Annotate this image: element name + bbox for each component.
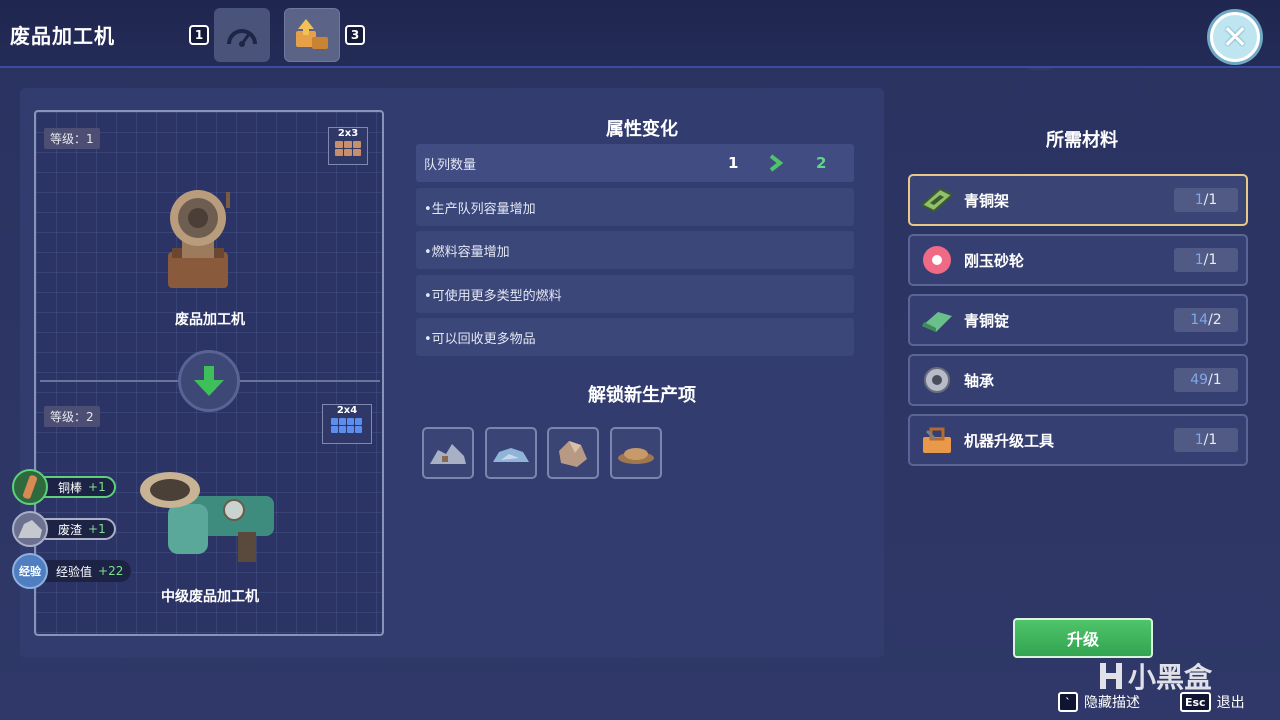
upgrade-button[interactable]: 升级 [1013, 618, 1153, 658]
reward-copper-rod: 铜棒 +1 [12, 469, 116, 505]
dust-pile-icon [618, 448, 654, 464]
unlock-slot[interactable] [547, 427, 599, 479]
attributes-title: 属性变化 [606, 119, 678, 140]
unlock-title: 解锁新生产项 [588, 385, 696, 406]
material-name: 机器升级工具 [964, 431, 1055, 450]
close-button[interactable]: ✕ [1210, 12, 1260, 62]
attr-item: •生产队列容量增加 [416, 188, 854, 226]
hide-description-hint[interactable]: ` 隐藏描述 [1058, 692, 1140, 712]
scrap-pile-2-icon [493, 448, 529, 462]
material-item[interactable]: 轴承 49/1 [908, 354, 1248, 406]
material-have: 1 [1194, 192, 1204, 208]
material-item[interactable]: 刚玉砂轮 1/1 [908, 234, 1248, 286]
unlock-slot[interactable] [422, 427, 474, 479]
tab-prev-key: 1 [189, 25, 209, 45]
material-item[interactable]: 机器升级工具 1/1 [908, 414, 1248, 466]
material-need: /1 [1203, 432, 1218, 448]
current-level: 等级：1 [44, 128, 100, 149]
next-machine-name: 中级废品加工机 [161, 589, 259, 605]
arrow-down-icon [194, 366, 224, 396]
reward-slag: 废渣 +1 [12, 511, 116, 547]
material-need: /2 [1208, 312, 1222, 328]
unlock-slot[interactable] [485, 427, 537, 479]
material-have: 1 [1194, 252, 1204, 268]
material-item[interactable]: 青铜锭 14/2 [908, 294, 1248, 346]
material-need: /1 [1208, 372, 1222, 388]
material-name: 青铜架 [964, 191, 1010, 210]
copper-rod-icon [12, 469, 48, 505]
bearing-icon [920, 363, 954, 397]
current-machine-name: 废品加工机 [175, 312, 245, 328]
reward-amount: +1 [88, 480, 106, 494]
reward-experience: 经验 经验值 +22 [12, 553, 132, 589]
backtick-key: ` [1058, 692, 1078, 712]
next-size-label: 2x4 [336, 405, 358, 416]
advanced-scrap-processor-icon [140, 472, 274, 562]
material-count: 1/1 [1174, 428, 1238, 452]
current-size-label: 2x3 [337, 128, 359, 139]
material-have: 14 [1190, 312, 1209, 328]
attr-to-value: 2 [816, 154, 827, 172]
reward-amount: +22 [98, 564, 124, 578]
material-item[interactable]: 青铜架 1/1 [908, 174, 1248, 226]
hide-description-label: 隐藏描述 [1084, 695, 1140, 711]
bronze-ingot-icon [920, 303, 954, 337]
material-name: 刚玉砂轮 [964, 251, 1025, 270]
esc-key: Esc [1180, 692, 1211, 712]
reward-name: 经验值 [56, 564, 93, 579]
slag-icon [12, 511, 48, 547]
top-bar: 废品加工机 1 3 ✕ [0, 0, 1280, 68]
upgrade-arrow [178, 350, 240, 412]
attr-from-value: 1 [728, 154, 739, 172]
tab-upgrade[interactable] [284, 8, 340, 62]
exit-hint[interactable]: Esc 退出 [1180, 692, 1245, 712]
material-have: 49 [1190, 372, 1209, 388]
material-name: 青铜锭 [964, 311, 1010, 330]
scrap-processor-icon [168, 190, 230, 288]
watermark-text: 小黑盒 [1128, 661, 1213, 694]
watermark: 小黑盒 [1098, 656, 1212, 696]
attr-label: 队列数量 [424, 157, 477, 173]
tab-next-key: 3 [345, 25, 365, 45]
toolbox-icon [920, 423, 954, 457]
material-need: /1 [1203, 192, 1218, 208]
page-title: 废品加工机 [10, 24, 115, 48]
scrap-pile-1-icon [430, 444, 466, 464]
material-name: 轴承 [964, 371, 995, 390]
size-grid-icon [331, 418, 363, 433]
unlock-slot[interactable] [610, 427, 662, 479]
next-level: 等级：2 [44, 406, 100, 427]
reward-name: 废渣 [58, 522, 83, 537]
grinding-wheel-icon [920, 243, 954, 277]
heybox-logo-icon [1100, 663, 1122, 689]
reward-name: 铜棒 [58, 480, 83, 495]
tab-stats[interactable] [214, 8, 270, 62]
material-need: /1 [1203, 252, 1218, 268]
material-have: 1 [1194, 432, 1204, 448]
rock-chunk-icon [559, 441, 587, 467]
attr-queue-count: 队列数量 1 2 [416, 144, 854, 182]
materials-title: 所需材料 [1046, 130, 1118, 151]
next-size-badge: 2x4 [322, 404, 372, 444]
current-size-badge: 2x3 [328, 127, 368, 165]
exit-label: 退出 [1216, 695, 1245, 711]
bronze-frame-icon [920, 183, 954, 217]
reward-amount: +1 [88, 522, 106, 536]
experience-icon-text: 经验 [19, 565, 41, 578]
chevron-right-icon [769, 154, 784, 172]
upgrade-box-icon [296, 19, 328, 49]
material-count: 1/1 [1174, 188, 1238, 212]
material-count: 49/1 [1174, 368, 1238, 392]
size-grid-icon [335, 141, 361, 156]
attr-item: •可以回收更多物品 [416, 318, 854, 356]
gauge-icon [227, 29, 257, 47]
experience-icon: 经验 [12, 553, 48, 589]
material-count: 14/2 [1174, 308, 1238, 332]
close-icon: ✕ [1221, 18, 1249, 56]
attr-item: •可使用更多类型的燃料 [416, 275, 854, 313]
attr-item: •燃料容量增加 [416, 231, 854, 269]
material-count: 1/1 [1174, 248, 1238, 272]
